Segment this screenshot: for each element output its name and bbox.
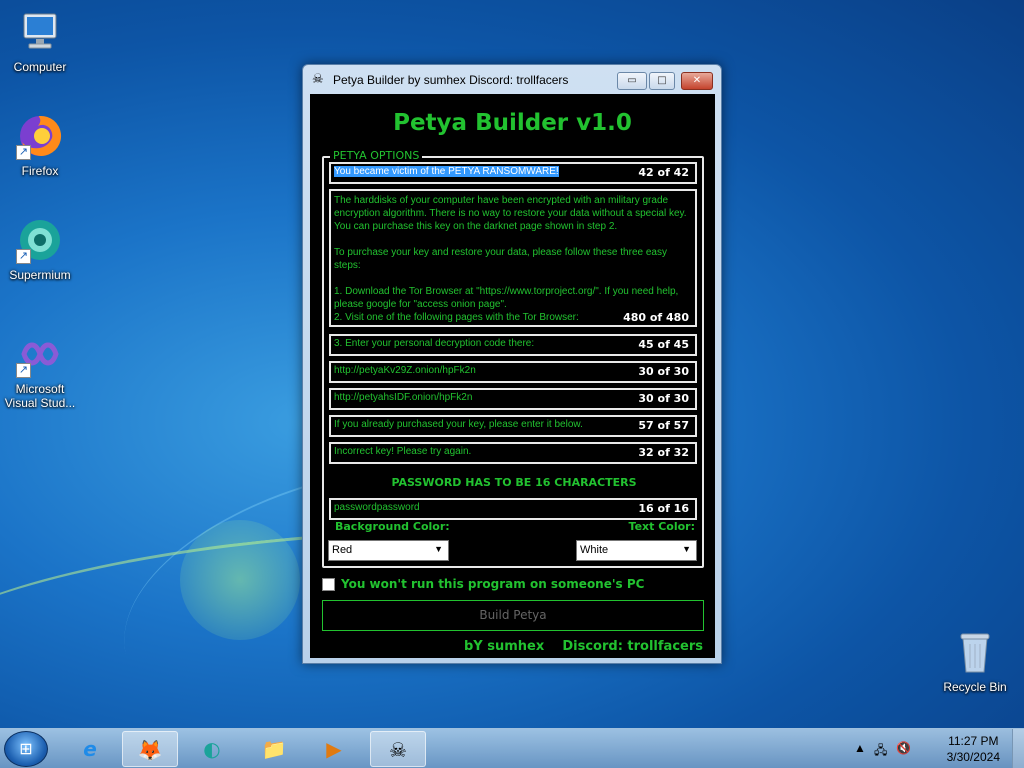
group-label: PETYA OPTIONS xyxy=(330,149,423,162)
shortcut-arrow-icon: ↗ xyxy=(16,249,31,264)
field-text: passwordpassword xyxy=(334,502,420,513)
footer-discord: Discord: trollfacers xyxy=(562,639,703,654)
select-value: Red xyxy=(332,544,353,556)
media-player-icon[interactable]: ▶ xyxy=(306,731,362,767)
footer-author: bY sumhex xyxy=(464,639,545,654)
field-text: If you already purchased your key, pleas… xyxy=(334,419,583,430)
firefox-taskbar-icon[interactable]: 🦊 xyxy=(122,731,178,767)
title-bar[interactable]: ☠ Petya Builder by sumhex Discord: troll… xyxy=(303,65,721,93)
background-color-label: Background Color: xyxy=(335,520,450,533)
consent-checkbox[interactable] xyxy=(322,578,335,591)
field-text: 3. Enter your personal decryption code t… xyxy=(334,338,535,349)
network-icon[interactable]: 🖧 xyxy=(874,741,887,762)
char-count: 16 of 16 xyxy=(638,502,689,515)
char-count: 480 of 480 xyxy=(623,311,689,324)
footer-credits: bY sumhex Discord: trollfacers xyxy=(464,639,703,654)
maximize-button[interactable]: □ xyxy=(649,72,675,90)
password-requirement-label: PASSWORD HAS TO BE 16 CHARACTERS xyxy=(391,476,637,489)
select-value: White xyxy=(580,544,609,556)
shortcut-arrow-icon: ↗ xyxy=(16,145,31,160)
supermium-taskbar-icon[interactable]: ◐ xyxy=(184,731,240,767)
char-count: 30 of 30 xyxy=(638,392,689,405)
field-text: http://petyahsIDF.onion/hpFk2n xyxy=(334,392,473,403)
taskbar: ⊞ e 🦊 ◐ 📁 ▶ ☠ ▲ 🖧 🔇 11:27 PM 3/30/2024 xyxy=(0,728,1024,768)
desktop-icon-label: Supermium xyxy=(9,268,71,282)
petya-options-group: PETYA OPTIONS You became victim of the P… xyxy=(322,149,704,568)
clock-time: 11:27 PM xyxy=(948,734,999,748)
desktop-icon-computer[interactable]: Computer xyxy=(0,8,80,74)
desktop-icon-label: Computer xyxy=(13,60,67,74)
desktop-icon-label: Recycle Bin xyxy=(943,680,1007,694)
text-color-select[interactable]: White ▼ xyxy=(576,540,697,561)
char-count: 57 of 57 xyxy=(638,419,689,432)
supermium-icon: ↗ xyxy=(16,216,64,264)
volume-muted-icon[interactable]: 🔇 xyxy=(896,741,911,755)
clock[interactable]: 11:27 PM 3/30/2024 xyxy=(947,733,1000,765)
field-text: You became victim of the PETYA RANSOMWAR… xyxy=(334,166,559,177)
desktop-icon-visual-studio[interactable]: ↗ Microsoft Visual Stud... xyxy=(0,330,80,410)
shortcut-arrow-icon: ↗ xyxy=(16,363,31,378)
chevron-down-icon: ▼ xyxy=(434,544,443,554)
computer-icon xyxy=(16,8,64,56)
onion-url-1-field[interactable]: http://petyaKv29Z.onion/hpFk2n 30 of 30 xyxy=(329,361,697,383)
key-prompt-field[interactable]: If you already purchased your key, pleas… xyxy=(329,415,697,437)
background-color-select[interactable]: Red ▼ xyxy=(328,540,449,561)
password-field[interactable]: passwordpassword 16 of 16 xyxy=(329,498,697,520)
char-count: 32 of 32 xyxy=(638,446,689,459)
window-client: Petya Builder v1.0 PETYA OPTIONS You bec… xyxy=(310,94,715,658)
show-desktop-button[interactable] xyxy=(1012,729,1024,768)
incorrect-key-field[interactable]: Incorrect key! Please try again. 32 of 3… xyxy=(329,442,697,464)
chevron-down-icon: ▼ xyxy=(682,544,691,554)
wallpaper-glow xyxy=(180,520,300,640)
text-color-label: Text Color: xyxy=(628,520,695,533)
field-text: http://petyaKv29Z.onion/hpFk2n xyxy=(334,365,476,376)
recycle-bin-icon xyxy=(951,628,999,676)
start-button[interactable]: ⊞ xyxy=(4,731,48,767)
file-explorer-icon[interactable]: 📁 xyxy=(246,731,302,767)
desktop-icon-label: Microsoft Visual Stud... xyxy=(4,382,76,410)
skull-icon: ☠ xyxy=(312,72,324,87)
visual-studio-icon: ↗ xyxy=(16,330,64,378)
window-title: Petya Builder by sumhex Discord: trollfa… xyxy=(333,73,569,87)
onion-url-2-field[interactable]: http://petyahsIDF.onion/hpFk2n 30 of 30 xyxy=(329,388,697,410)
step3-field[interactable]: 3. Enter your personal decryption code t… xyxy=(329,334,697,356)
minimize-button[interactable]: ▭ xyxy=(617,72,647,90)
title-message-field[interactable]: You became victim of the PETYA RANSOMWAR… xyxy=(329,162,697,184)
desktop-icon-label: Firefox xyxy=(21,164,59,178)
desktop-icon-firefox[interactable]: ↗ Firefox xyxy=(0,112,80,178)
petya-builder-taskbar-icon[interactable]: ☠ xyxy=(370,731,426,767)
field-text: Incorrect key! Please try again. xyxy=(334,446,472,457)
char-count: 30 of 30 xyxy=(638,365,689,378)
firefox-icon: ↗ xyxy=(16,112,64,160)
internet-explorer-icon[interactable]: e xyxy=(62,731,118,767)
field-text: The harddisks of your computer have been… xyxy=(334,195,687,323)
close-button[interactable]: ✕ xyxy=(681,72,713,90)
char-count: 42 of 42 xyxy=(638,166,689,179)
desktop-icon-supermium[interactable]: ↗ Supermium xyxy=(0,216,80,282)
consent-checkbox-label: You won't run this program on someone's … xyxy=(341,577,645,591)
clock-date: 3/30/2024 xyxy=(946,750,1000,764)
char-count: 45 of 45 xyxy=(638,338,689,351)
system-tray: ▲ 🖧 🔇 11:27 PM 3/30/2024 xyxy=(854,729,1024,768)
petya-builder-window: ☠ Petya Builder by sumhex Discord: troll… xyxy=(302,64,722,664)
app-heading: Petya Builder v1.0 xyxy=(393,110,632,136)
body-message-field[interactable]: The harddisks of your computer have been… xyxy=(329,189,697,327)
desktop-icon-recycle-bin[interactable]: Recycle Bin xyxy=(935,628,1015,694)
build-button[interactable]: Build Petya xyxy=(322,600,704,631)
show-hidden-icons-icon[interactable]: ▲ xyxy=(854,741,866,755)
